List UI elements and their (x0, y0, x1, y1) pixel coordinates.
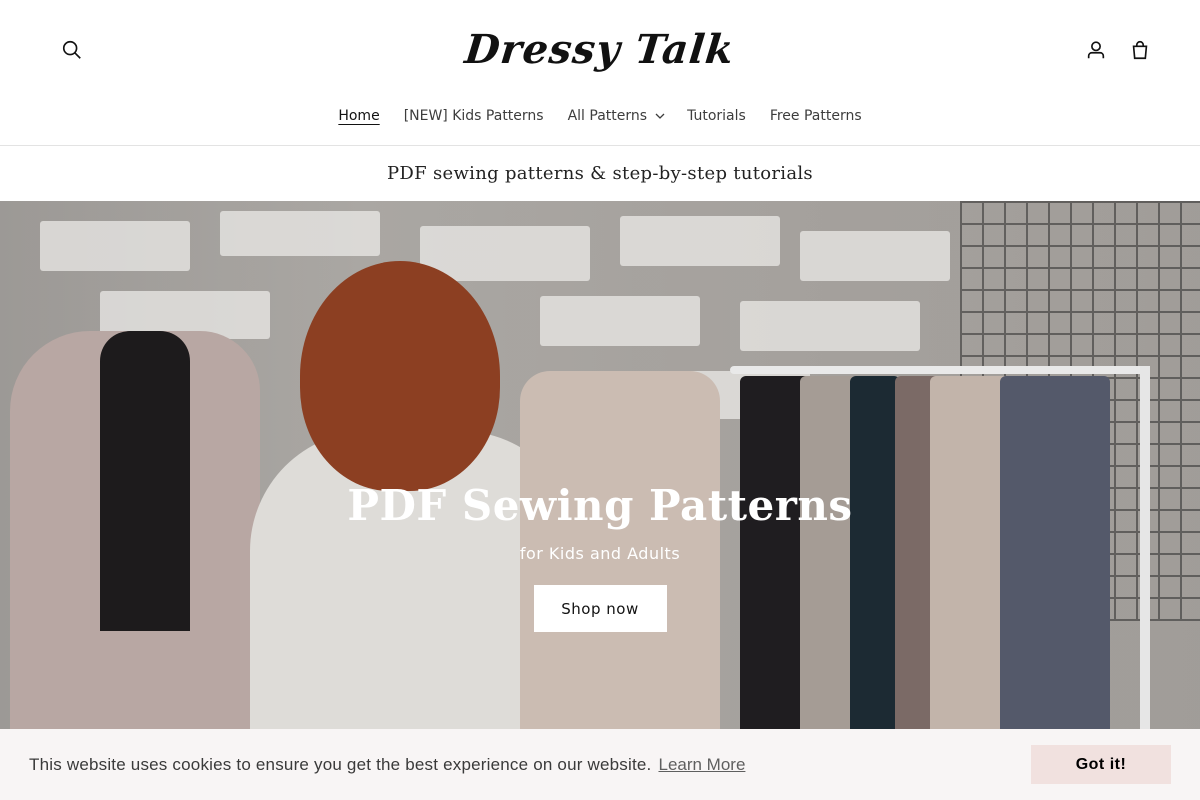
hero-title: PDF Sewing Patterns (347, 481, 853, 530)
learn-more-link[interactable]: Learn More (658, 755, 745, 775)
main-nav: Home [NEW] Kids Patterns All Patterns Tu… (0, 96, 1200, 136)
site-logo[interactable]: Dressy Talk (463, 16, 737, 82)
nav-item-label: All Patterns (567, 108, 648, 124)
announcement-bar: PDF sewing patterns & step-by-step tutor… (0, 146, 1200, 201)
nav-item-all-patterns[interactable]: All Patterns (556, 96, 675, 136)
chevron-down-icon (655, 112, 665, 120)
search-button[interactable] (50, 28, 94, 72)
nav-item-label: [NEW] Kids Patterns (403, 108, 544, 124)
site-header: Dressy Talk Home [NEW] Kids Patterns All… (0, 0, 1200, 146)
nav-item-label: Free Patterns (769, 108, 862, 124)
hero-content: PDF Sewing Patterns for Kids and Adults … (0, 481, 1200, 632)
cookie-message: This website uses cookies to ensure you … (29, 754, 652, 774)
hero-subtitle: for Kids and Adults (519, 544, 681, 563)
nav-item-free-patterns[interactable]: Free Patterns (758, 96, 874, 136)
account-button[interactable] (1074, 28, 1118, 72)
announcement-text: PDF sewing patterns & step-by-step tutor… (387, 163, 813, 184)
cart-button[interactable] (1118, 28, 1162, 72)
search-icon (62, 40, 81, 59)
hero-banner: PDF Sewing Patterns for Kids and Adults … (0, 201, 1200, 800)
cookie-banner: This website uses cookies to ensure you … (0, 729, 1200, 800)
user-icon (1087, 41, 1105, 59)
logo-text: Dressy Talk (462, 25, 738, 73)
nav-item-tutorials[interactable]: Tutorials (675, 96, 758, 136)
nav-item-home[interactable]: Home (326, 96, 391, 136)
nav-item-label: Tutorials (687, 108, 746, 124)
shop-now-button[interactable]: Shop now (533, 585, 667, 632)
accept-cookies-button[interactable]: Got it! (1031, 745, 1171, 784)
nav-item-kids-patterns[interactable]: [NEW] Kids Patterns (392, 96, 556, 136)
nav-item-label: Home (338, 108, 380, 124)
cart-icon (1132, 41, 1148, 60)
